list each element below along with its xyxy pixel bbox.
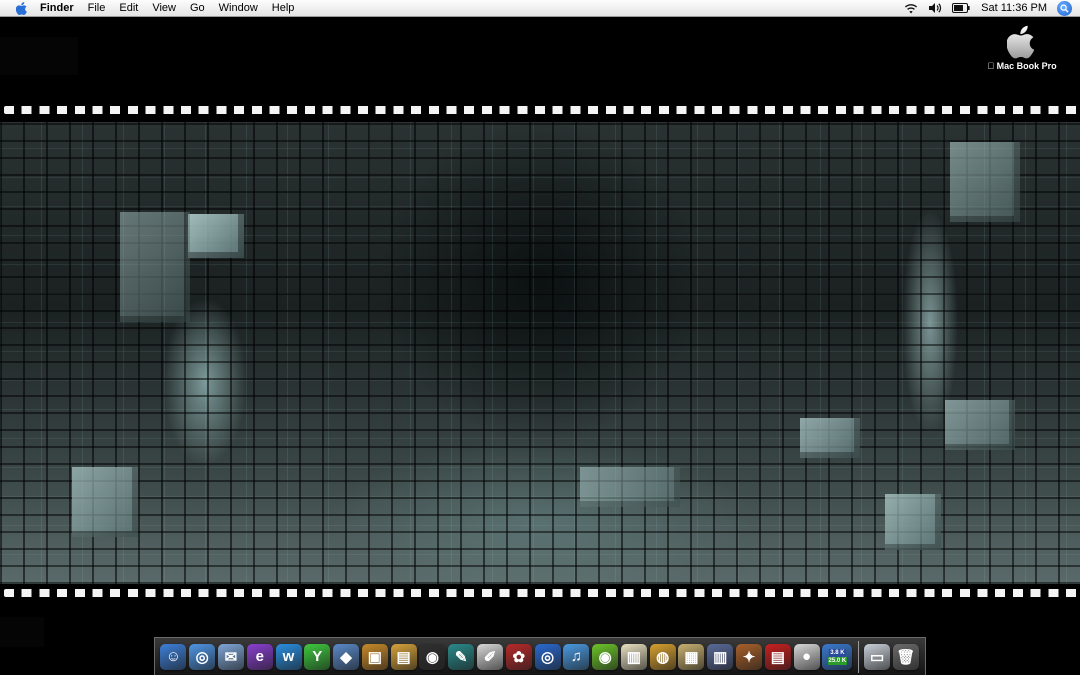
text-editor-icon[interactable]: ✐ [476, 643, 503, 670]
menu-clock[interactable]: Sat 11:36 PM [975, 0, 1057, 16]
dock-right-section: ▭ 🗑 [863, 643, 921, 670]
app-green-y-icon[interactable]: Y [304, 643, 331, 670]
menu-edit[interactable]: Edit [112, 0, 145, 16]
aperture-icon[interactable]: ◉ [419, 643, 446, 670]
game-app-icon[interactable]: ✿ [505, 643, 532, 670]
safari-icon[interactable]: ◎ [189, 643, 216, 670]
wallpaper-cube-room [0, 122, 1080, 584]
desktop:  Mac Book Pro [0, 17, 1080, 675]
desktop-shadow [0, 37, 78, 75]
preview-icon[interactable]: ◆ [333, 643, 360, 670]
iphoto-icon[interactable]: ▤ [390, 643, 417, 670]
hard-drive-label:  Mac Book Pro [980, 61, 1064, 71]
menu-extras: Sat 11:36 PM [899, 0, 1080, 16]
wallpaper-cube [120, 212, 190, 322]
menu-bar: Finder File Edit View Go Window Help Sat… [0, 0, 1080, 17]
volume-icon[interactable] [927, 0, 943, 16]
dock-document-icon[interactable]: ▭ [864, 643, 891, 670]
dvd-player-icon[interactable]: ◎ [534, 643, 561, 670]
wallpaper-cube [72, 467, 138, 537]
quill-app-icon[interactable]: ✎ [448, 643, 475, 670]
itunes-icon[interactable]: ♫ [563, 643, 590, 670]
menu-window[interactable]: Window [212, 0, 265, 16]
dock-separator [857, 640, 859, 673]
film-app-icon[interactable]: ▥ [707, 643, 734, 670]
photo-app-icon[interactable]: ▣ [361, 643, 388, 670]
film-perforations [4, 589, 1078, 597]
popcorn-icon[interactable]: ◍ [649, 643, 676, 670]
notebook-icon[interactable]: ▦ [678, 643, 705, 670]
wifi-icon[interactable] [903, 0, 919, 16]
apple-logo-icon [980, 25, 1064, 59]
menu-app-name[interactable]: Finder [31, 0, 81, 16]
web-editor-e-icon[interactable]: e [246, 643, 273, 670]
limewire-icon[interactable]: ◉ [592, 643, 619, 670]
dock: ☺ ◎ ✉ e w Y ◆ ▣ ▤ ◉ ✎ ✐ ✿ ◎ ♫ ◉ ▥ ◍ ▦ ▥ ✦ ▤ ● 3.8 K 25.0 K ▭ 🗑 [154, 637, 926, 675]
hard-drive-icon[interactable]:  Mac Book Pro [980, 25, 1064, 71]
wallpaper-cube [885, 494, 941, 550]
mail-icon[interactable]: ✉ [217, 643, 244, 670]
trash-icon[interactable]: 🗑 [892, 643, 919, 670]
monitor-label: 3.8 K [829, 648, 846, 657]
pets-app-icon[interactable]: ✦ [736, 643, 763, 670]
monitor-label: 25.0 K [827, 656, 848, 665]
red-app-icon[interactable]: ▤ [764, 643, 791, 670]
web-editor-w-icon[interactable]: w [275, 643, 302, 670]
menu-view[interactable]: View [145, 0, 183, 16]
menu-help[interactable]: Help [265, 0, 302, 16]
desktop-shadow [0, 617, 44, 647]
film-strip-top [0, 104, 1080, 114]
apple-app-icon[interactable]: ● [793, 643, 820, 670]
wallpaper-cube [945, 400, 1015, 450]
battery-icon[interactable] [951, 0, 971, 16]
toast-icon[interactable]: ▥ [620, 643, 647, 670]
menu-file[interactable]: File [81, 0, 113, 16]
system-monitor-icon[interactable]: 3.8 K 25.0 K [822, 643, 853, 670]
film-perforations [4, 106, 1078, 114]
small-apple-icon:  [987, 61, 994, 71]
dock-app-list: ☺ ◎ ✉ e w Y ◆ ▣ ▤ ◉ ✎ ✐ ✿ ◎ ♫ ◉ ▥ ◍ ▦ ▥ ✦ ▤ ● 3.8 K 25.0 K [159, 643, 854, 670]
film-strip-bottom [0, 587, 1080, 597]
wallpaper-cube [188, 214, 244, 258]
finder-icon[interactable]: ☺ [160, 643, 187, 670]
spotlight-icon[interactable] [1057, 0, 1072, 16]
wallpaper-cube [580, 467, 680, 507]
wallpaper-cube [950, 142, 1020, 222]
apple-menu-icon[interactable] [13, 0, 31, 16]
wallpaper-cube [800, 418, 860, 458]
menu-go[interactable]: Go [183, 0, 212, 16]
